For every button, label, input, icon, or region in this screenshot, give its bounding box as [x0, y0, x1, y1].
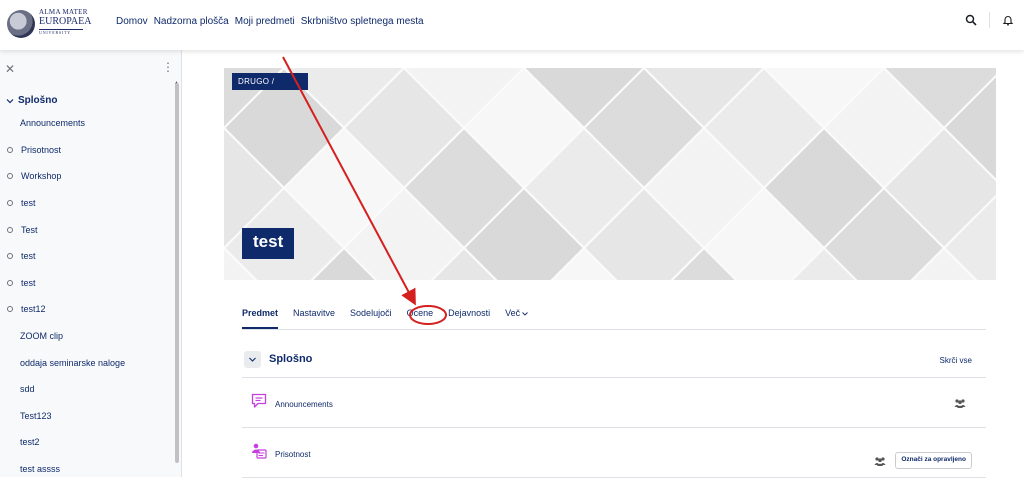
chevron-down-icon: [6, 98, 14, 103]
completion-circle-icon: [7, 279, 13, 286]
course-header-banner: DRUGO / test: [224, 68, 996, 280]
nav-link-dashboard[interactable]: Nadzorna plošča: [154, 16, 229, 27]
drawer-activity-item[interactable]: Test: [0, 216, 172, 243]
course-category-breadcrumb[interactable]: DRUGO /: [232, 73, 308, 90]
mark-as-done-button[interactable]: Označi za opravljeno: [895, 452, 972, 469]
drawer-activity-label: Test123: [20, 410, 52, 421]
collapse-all-link[interactable]: Skrči vse: [940, 356, 972, 365]
drawer-activity-label: test: [21, 198, 36, 209]
drawer-activity-list: Announcements Prisotnost Workshop test Test t…: [0, 110, 172, 482]
drawer-activity-item[interactable]: test12: [0, 296, 172, 323]
course-main-content: DRUGO / test Predmet Nastavitve Sodelujo…: [224, 68, 996, 478]
drawer-section-title: Splošno: [18, 95, 58, 106]
drawer-activity-item[interactable]: Workshop: [0, 163, 172, 190]
drawer-activity-label: test12: [21, 304, 46, 315]
drawer-activity-item[interactable]: Test123: [0, 403, 172, 430]
section-title: Splošno: [269, 353, 313, 365]
drawer-activity-item[interactable]: test: [0, 270, 172, 297]
drawer-activity-label: Prisotnost: [21, 144, 62, 155]
drawer-activity-label: Test: [21, 224, 38, 235]
logo-wordmark: ALMA MATER EUROPAEA UNIVERSITY: [39, 9, 99, 35]
drawer-scrollbar[interactable]: [175, 83, 179, 463]
activity-row: Prisotnost Označi za opravljeno: [242, 428, 986, 478]
completion-circle-icon: [7, 226, 13, 233]
drawer-activity-label: sdd: [20, 384, 35, 395]
drawer-activity-item[interactable]: test: [0, 243, 172, 270]
tab-grades[interactable]: Ocene: [407, 308, 434, 329]
drawer-activity-label: Workshop: [21, 171, 62, 182]
tab-more-label: Več: [505, 308, 521, 318]
drawer-activity-item[interactable]: test2: [0, 429, 172, 456]
tab-course[interactable]: Predmet: [242, 308, 279, 329]
primary-navigation: Domov Nadzorna plošča Moji predmeti Skrb…: [116, 16, 424, 27]
attendance-icon: [252, 443, 267, 459]
course-title: test: [242, 228, 295, 259]
drawer-activity-label: test: [21, 277, 36, 288]
activity-row: Announcements: [242, 378, 986, 428]
drawer-activity-item[interactable]: Prisotnost: [0, 137, 172, 164]
course-secondary-nav: Predmet Nastavitve Sodelujoči Ocene Deja…: [242, 308, 986, 330]
top-navbar: ALMA MATER EUROPAEA UNIVERSITY Domov Nad…: [0, 0, 1024, 50]
section-header: Splošno Skrči vse: [242, 346, 986, 378]
completion-circle-icon: [7, 253, 13, 260]
groups-icon: [874, 457, 886, 466]
navbar-divider: [989, 12, 990, 28]
drawer-activity-item[interactable]: oddaja seminarske naloge: [0, 349, 172, 376]
chevron-down-icon: [249, 357, 256, 362]
university-logo[interactable]: ALMA MATER EUROPAEA UNIVERSITY: [7, 7, 97, 40]
drawer-activity-label: test2: [20, 437, 40, 448]
course-section: Splošno Skrči vse Announcements Prisotno…: [242, 346, 986, 478]
navbar-icons: [965, 12, 1014, 28]
drawer-activity-label: ZOOM clip: [20, 331, 64, 342]
logo-line1: ALMA MATER: [39, 8, 88, 16]
completion-circle-icon: [7, 306, 13, 313]
nav-link-home[interactable]: Domov: [116, 16, 148, 27]
drawer-activity-label: Announcements: [20, 118, 86, 129]
nav-link-site-admin[interactable]: Skrbništvo spletnega mesta: [301, 16, 424, 27]
drawer-activity-item[interactable]: Announcements: [0, 110, 172, 137]
logo-line3: UNIVERSITY: [39, 29, 83, 35]
logo-seal: [7, 10, 35, 38]
groups-icon: [954, 399, 966, 408]
activity-name[interactable]: Announcements: [275, 400, 333, 409]
search-icon[interactable]: [965, 14, 977, 26]
drawer-activity-item[interactable]: ZOOM clip: [0, 323, 172, 350]
tab-settings[interactable]: Nastavitve: [293, 308, 335, 329]
bell-icon[interactable]: [1002, 14, 1014, 26]
drawer-activity-item[interactable]: test assss: [0, 456, 172, 482]
drawer-section-toggle[interactable]: Splošno: [6, 95, 57, 106]
drawer-activity-label: test assss: [20, 464, 61, 475]
nav-link-my-courses[interactable]: Moji predmeti: [235, 16, 295, 27]
completion-circle-icon: [7, 146, 13, 153]
tab-activities[interactable]: Dejavnosti: [448, 308, 490, 329]
course-index-drawer: ✕ ⋮ ▲ Splošno AnnouncementsPrisotnostWor…: [0, 50, 182, 477]
forum-icon: [251, 393, 267, 408]
drawer-activity-label: test: [21, 251, 36, 262]
logo-line2: EUROPAEA: [39, 16, 92, 27]
drawer-menu-icon[interactable]: ⋮: [162, 60, 174, 74]
drawer-activity-item[interactable]: sdd: [0, 376, 172, 403]
drawer-activity-item[interactable]: test: [0, 190, 172, 217]
close-drawer-icon[interactable]: ✕: [5, 62, 15, 76]
tab-more[interactable]: Več: [505, 308, 528, 329]
completion-circle-icon: [7, 200, 13, 207]
section-collapse-button[interactable]: [244, 351, 261, 368]
drawer-activity-label: oddaja seminarske naloge: [20, 357, 126, 368]
tab-participants[interactable]: Sodelujoči: [350, 308, 392, 329]
chevron-down-icon: [522, 312, 528, 316]
activity-name[interactable]: Prisotnost: [275, 450, 311, 459]
banner-pattern: [224, 68, 996, 280]
completion-circle-icon: [7, 173, 13, 180]
